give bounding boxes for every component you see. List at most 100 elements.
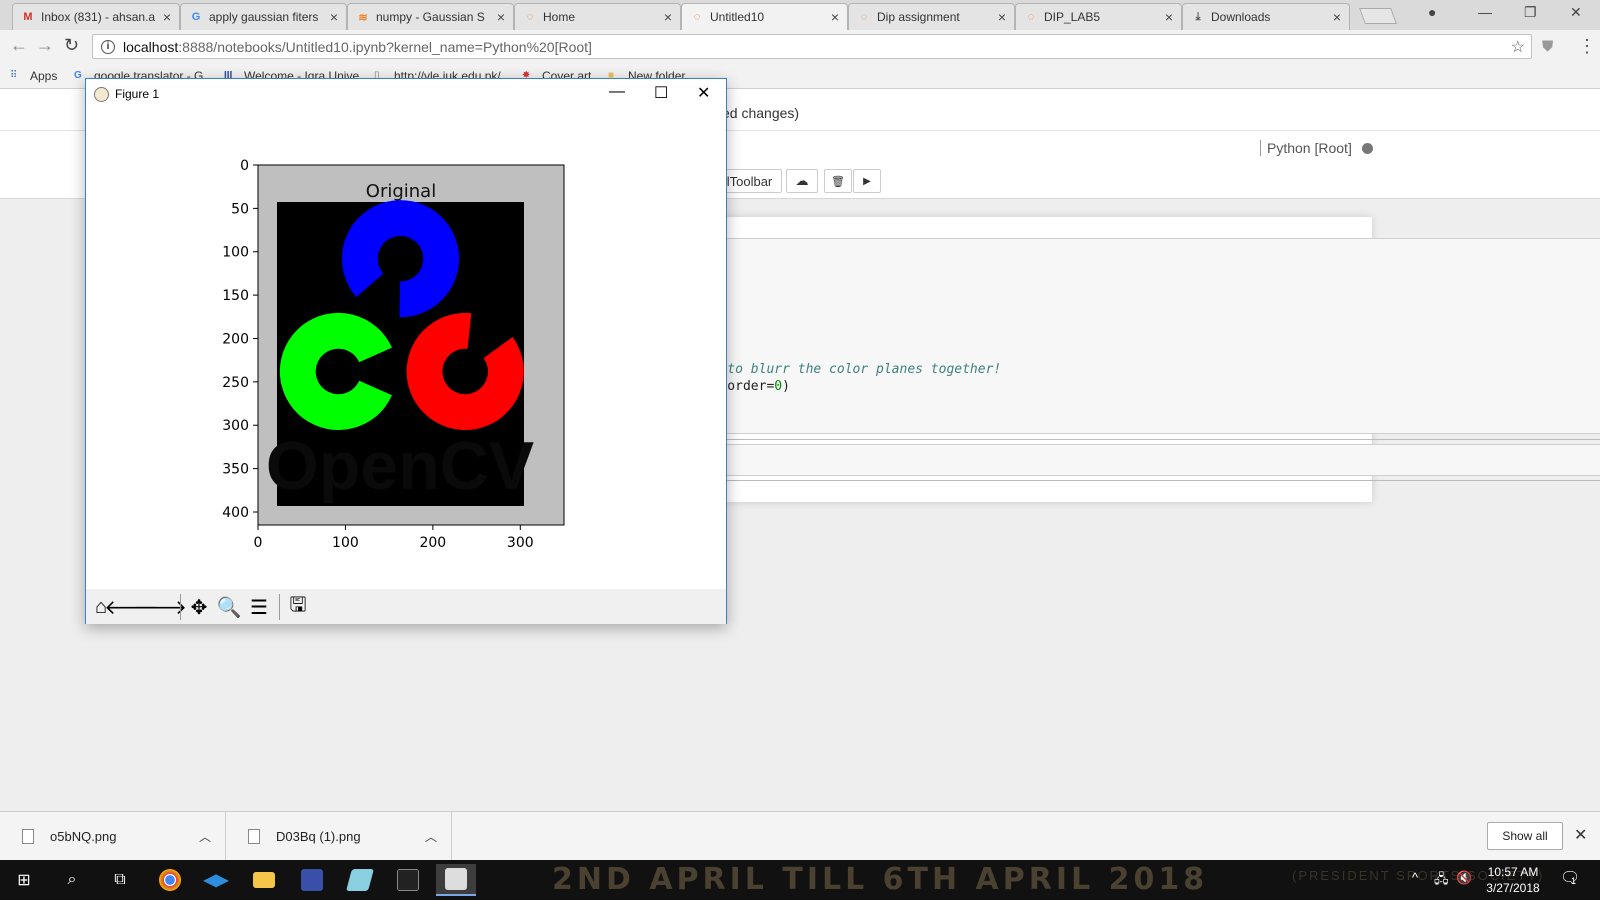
start-button[interactable]: ⊞: [4, 864, 44, 896]
info-icon[interactable]: i: [101, 39, 115, 54]
figure-titlebar[interactable]: Figure 1 — ☐ ✕: [86, 79, 726, 109]
taskbar-file-explorer[interactable]: [244, 864, 284, 896]
tab-title: apply gaussian fiters: [209, 10, 319, 24]
kernel-indicator[interactable]: Python [Root]: [1260, 140, 1373, 156]
forward-icon[interactable]: →: [36, 35, 54, 56]
tab-untitled10[interactable]: ◌ Untitled10 ×: [681, 3, 848, 30]
zoom-icon[interactable]: 🔍: [216, 594, 242, 620]
task-view-button[interactable]: ⧉: [100, 864, 140, 896]
y-axis: 0 50 100 150 200 250 300 350 400: [222, 158, 258, 521]
folder-icon: [253, 872, 275, 888]
tab-google-search[interactable]: G apply gaussian fiters ×: [180, 3, 347, 30]
minimize-icon[interactable]: —: [609, 83, 625, 101]
chevron-up-icon[interactable]: ^: [1412, 870, 1418, 885]
figure-window[interactable]: Figure 1 — ☐ ✕ OpenCV Original 0 100 200 30…: [85, 78, 727, 624]
taskbar-ipython[interactable]: [436, 864, 476, 896]
google-icon: G: [191, 11, 201, 23]
toolbar-separator: [279, 594, 280, 620]
close-tab-icon[interactable]: ×: [831, 9, 839, 25]
jupyter-icon: ◌: [693, 11, 701, 23]
close-tab-icon[interactable]: ×: [1333, 9, 1341, 25]
chevron-up-icon[interactable]: ︿: [199, 828, 211, 845]
minimize-icon[interactable]: —: [1478, 4, 1492, 20]
menu-icon[interactable]: ⋮: [1578, 36, 1596, 57]
tab-home[interactable]: ◌ Home ×: [514, 3, 681, 30]
save-icon[interactable]: 🖫: [285, 594, 311, 620]
taskbar-devcpp[interactable]: [292, 864, 332, 896]
trash-icon: 🗑: [831, 175, 845, 188]
restore-icon[interactable]: ❐: [1524, 4, 1537, 21]
windows-taskbar: 2ND APRIL TILL 6TH APRIL 2018 (PRESIDENT…: [0, 860, 1600, 900]
tab-gmail[interactable]: M Inbox (831) - ahsan.a ×: [12, 3, 180, 30]
jupyter-icon: ◌: [860, 11, 868, 23]
download-item[interactable]: o5bNQ.png ︿: [0, 812, 226, 861]
close-tab-icon[interactable]: ×: [664, 9, 672, 25]
taskbar-terminal[interactable]: [388, 864, 428, 896]
close-shelf-icon[interactable]: ✕: [1574, 825, 1587, 845]
notification-count: 1: [1571, 876, 1577, 886]
y-tick-label: 0: [240, 158, 249, 174]
close-tab-icon[interactable]: ×: [497, 9, 505, 25]
jupyter-icon: ◌: [526, 11, 534, 23]
close-tab-icon[interactable]: ×: [330, 9, 338, 25]
extension-shield-icon[interactable]: ⛊: [1542, 38, 1553, 55]
url-host: localhost: [123, 38, 179, 55]
task-view-icon: ⧉: [114, 871, 126, 888]
tab-dip-assignment[interactable]: ◌ Dip assignment ×: [848, 3, 1015, 30]
pan-icon[interactable]: ✥: [186, 594, 212, 620]
url-path: :8888/notebooks/Untitled10.ipynb?kernel_…: [178, 38, 592, 55]
cell-toolbar-label: lToolbar: [726, 173, 773, 189]
profile-icon[interactable]: ●: [1428, 4, 1436, 20]
devcpp-icon: [301, 869, 323, 891]
close-tab-icon[interactable]: ×: [1165, 9, 1173, 25]
tab-title: Untitled10: [710, 10, 765, 24]
chevron-up-icon[interactable]: ︿: [425, 828, 437, 845]
forward-arrow-icon[interactable]: 🡒: [133, 594, 187, 620]
file-icon: [248, 829, 260, 844]
star-icon[interactable]: ☆: [1511, 37, 1525, 57]
tab-title: Inbox (831) - ahsan.a: [41, 10, 156, 24]
plot-canvas[interactable]: OpenCV Original 0 100 200 300 0 50 100 150 200 2…: [86, 109, 726, 589]
search-button[interactable]: ⌕: [52, 864, 92, 896]
apps-grid-icon: ⠿: [10, 70, 18, 81]
new-tab-button[interactable]: [1359, 8, 1397, 24]
system-clock[interactable]: 10:57 AM 3/27/2018: [1478, 864, 1548, 896]
chrome-icon: [159, 869, 181, 891]
maximize-icon[interactable]: ☐: [654, 83, 668, 103]
tab-dip-lab5[interactable]: ◌ DIP_LAB5 ×: [1015, 3, 1182, 30]
download-item[interactable]: D03Bq (1).png ︿: [226, 812, 452, 861]
stackoverflow-icon: ≋: [358, 11, 368, 24]
terminal-icon: [397, 869, 419, 891]
taskbar-vscode[interactable]: ◀▶: [196, 864, 236, 896]
x-tick-label: 100: [332, 535, 359, 551]
delete-button[interactable]: 🗑: [824, 169, 852, 193]
tab-title: Home: [543, 10, 576, 24]
x-axis: 0 100 200 300: [254, 525, 534, 551]
present-button[interactable]: ▶: [853, 169, 881, 193]
taskbar-app[interactable]: [340, 864, 380, 896]
tab-stackoverflow[interactable]: ≋ numpy - Gaussian S ×: [347, 3, 514, 30]
close-tab-icon[interactable]: ×: [998, 9, 1006, 25]
bookmark-apps[interactable]: ⠿ Apps: [10, 69, 57, 83]
y-tick-label: 200: [222, 331, 249, 347]
cell-toolbar-button[interactable]: lToolbar: [718, 169, 782, 193]
code-cell[interactable]: n't to blurr the color planes together! …: [696, 238, 1600, 434]
reload-icon[interactable]: ↻: [64, 35, 79, 56]
subplots-config-icon[interactable]: ☰: [246, 594, 272, 620]
close-icon[interactable]: ✕: [697, 83, 710, 103]
close-window-icon[interactable]: ✕: [1570, 4, 1582, 21]
code-cell-empty[interactable]: [702, 439, 1600, 481]
upload-cloud-button[interactable]: ☁: [786, 169, 818, 193]
kernel-name: Python [Root]: [1267, 140, 1352, 156]
close-tab-icon[interactable]: ×: [163, 9, 171, 25]
chart-title: Original: [366, 181, 436, 202]
y-tick-label: 400: [222, 505, 249, 521]
show-all-button[interactable]: Show all: [1487, 822, 1563, 850]
volume-muted-icon[interactable]: 🔇: [1456, 870, 1472, 886]
address-bar[interactable]: i localhost:8888/notebooks/Untitled10.ip…: [92, 34, 1532, 59]
network-icon[interactable]: 🖧: [1434, 870, 1449, 892]
tab-downloads[interactable]: ⤓ Downloads ×: [1182, 3, 1350, 30]
code-input[interactable]: [709, 444, 1600, 476]
back-icon[interactable]: ←: [10, 35, 28, 56]
taskbar-chrome[interactable]: [150, 864, 190, 896]
